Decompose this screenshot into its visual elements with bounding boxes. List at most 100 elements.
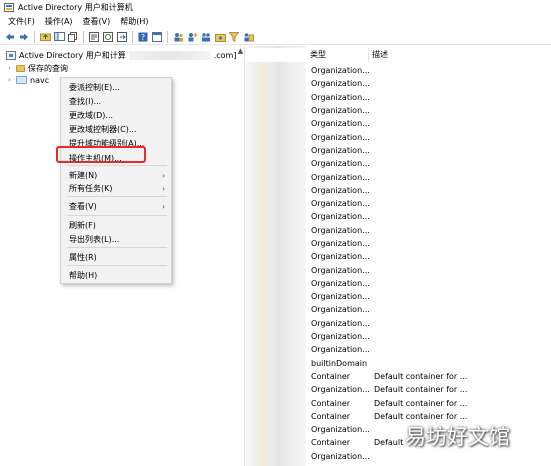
list-row[interactable]: builtinDomain [307, 357, 551, 370]
toolbar-divider [132, 30, 133, 43]
help-icon[interactable]: ? [137, 31, 149, 43]
filter-icon[interactable] [228, 31, 240, 43]
tree-item-saved-queries[interactable]: › 保存的查询 [6, 62, 68, 74]
list-row[interactable]: Organization... [307, 343, 551, 356]
list-row[interactable]: Organization... [307, 170, 551, 183]
list-row-type: Organization... [311, 332, 370, 342]
toolbar: ? [0, 29, 551, 45]
menu-item-change-domain[interactable]: 更改域(D)... [61, 109, 171, 122]
list-row-type: Organization... [311, 212, 370, 222]
list-row[interactable]: Organization... [307, 64, 551, 77]
tree-scroll-up-icon[interactable]: ▲ [236, 47, 245, 56]
menu-separator [67, 215, 167, 216]
tree-item-domain[interactable]: › navc [6, 74, 49, 86]
menu-separator [67, 265, 167, 266]
list-row-type: Organization... [311, 239, 370, 248]
submenu-arrow-icon: › [162, 184, 165, 193]
list-row[interactable]: Organization... [307, 237, 551, 250]
list-row[interactable]: Organization... [307, 450, 551, 463]
menu-item-export-list[interactable]: 导出列表(L)... [61, 233, 171, 246]
list-row-type: Organization... [311, 119, 370, 129]
list-row[interactable]: Organization... [307, 277, 551, 290]
copy-icon[interactable] [67, 31, 79, 43]
list-row-type: Organization... [311, 199, 370, 209]
list-row-type: Container [311, 411, 351, 421]
menu-item-label: 查看(V) [69, 202, 97, 211]
add-user-icon[interactable] [186, 31, 198, 43]
list-row[interactable]: Organization... [307, 330, 551, 343]
list-row-type: Organization... [311, 451, 370, 461]
domain-icon [16, 76, 27, 84]
list-row-type: Organization... [311, 79, 370, 89]
menu-item-change-domain-controller[interactable]: 更改域控制器(C)... [61, 123, 171, 136]
list-row[interactable]: Organization... [307, 77, 551, 90]
console-tree-icon[interactable] [53, 31, 65, 43]
toolbar-divider [83, 30, 84, 43]
list-row-type: Organization... [311, 278, 370, 288]
tree-root[interactable]: Active Directory 用户和计算 .com] [6, 49, 236, 61]
list-row[interactable]: Organization... [307, 117, 551, 130]
menu-file[interactable]: 文件(F) [8, 16, 35, 27]
list-row-type: Organization... [311, 425, 370, 435]
menu-separator [67, 165, 167, 166]
column-header-type[interactable]: 类型 [307, 48, 369, 62]
name-column-header[interactable] [246, 48, 307, 62]
show-console-icon[interactable] [151, 31, 163, 43]
menu-item-label: 查找(I)... [69, 97, 102, 106]
list-row-type: Organization... [311, 385, 370, 395]
list-row-description: Default [374, 438, 404, 448]
export-list-icon[interactable] [116, 31, 128, 43]
menu-item-refresh[interactable]: 刷新(F) [61, 219, 171, 232]
menu-item-label: 所有任务(K) [69, 184, 113, 193]
users-icon[interactable] [172, 31, 184, 43]
list-row[interactable]: Container Default container for ... [307, 396, 551, 409]
list-row[interactable]: Organization... [307, 250, 551, 263]
list-row[interactable]: Organization... [307, 263, 551, 276]
list-row[interactable]: Container Default container for ... [307, 370, 551, 383]
list-row[interactable]: Organization... [307, 317, 551, 330]
add-to-group-icon[interactable] [242, 31, 254, 43]
add-ou-icon[interactable] [214, 31, 226, 43]
menu-item-new[interactable]: 新建(N) › [61, 169, 171, 182]
column-header-description[interactable]: 描述 [369, 48, 549, 62]
back-arrow-icon[interactable] [4, 31, 16, 43]
menu-item-properties[interactable]: 属性(R) [61, 251, 171, 264]
menu-item-find[interactable]: 查找(I)... [61, 95, 171, 108]
expand-arrow-icon[interactable]: › [6, 76, 13, 84]
menu-item-all-tasks[interactable]: 所有任务(K) › [61, 182, 171, 195]
toolbar-divider [34, 30, 35, 43]
toolbar-divider [167, 30, 168, 43]
redacted-name-column [246, 46, 306, 466]
list-row[interactable]: Organization... [307, 290, 551, 303]
watermark: 易坊好文馆 [405, 425, 510, 449]
list-row[interactable]: Organization... [307, 91, 551, 104]
add-group-icon[interactable] [200, 31, 212, 43]
forward-arrow-icon[interactable] [18, 31, 30, 43]
menu-action[interactable]: 操作(A) [45, 16, 73, 27]
tree-root-label: Active Directory 用户和计算 [19, 50, 126, 60]
list-row[interactable]: Organization... [307, 210, 551, 223]
list-row[interactable]: Organization... [307, 184, 551, 197]
menu-help[interactable]: 帮助(H) [120, 16, 148, 27]
list-row[interactable]: Organization... [307, 197, 551, 210]
up-folder-icon[interactable] [39, 31, 51, 43]
list-row-type: Organization... [311, 132, 370, 142]
list-header: 类型 描述 [246, 48, 551, 62]
context-menu: 委派控制(E)... 查找(I)... 更改域(D)... 更改域控制器(C)... 提… [60, 77, 172, 284]
submenu-arrow-icon: › [162, 171, 165, 180]
list-row[interactable]: Organization... [307, 224, 551, 237]
properties-icon[interactable] [88, 31, 100, 43]
list-row[interactable]: Organization... [307, 104, 551, 117]
menu-item-view[interactable]: 查看(V) › [61, 200, 171, 213]
menu-item-delegate-control[interactable]: 委派控制(E)... [61, 81, 171, 94]
menu-item-label: 更改域控制器(C)... [69, 125, 137, 134]
list-row[interactable]: Organization... [307, 130, 551, 143]
list-row[interactable]: Organization... [307, 157, 551, 170]
menu-item-help[interactable]: 帮助(H) [61, 269, 171, 282]
list-row[interactable]: Organization... [307, 303, 551, 316]
list-row[interactable]: Organization... [307, 144, 551, 157]
list-row[interactable]: Organization... Default container for ... [307, 383, 551, 396]
refresh-icon[interactable] [102, 31, 114, 43]
menu-view[interactable]: 查看(V) [83, 16, 111, 27]
expand-arrow-icon[interactable]: › [6, 64, 13, 72]
